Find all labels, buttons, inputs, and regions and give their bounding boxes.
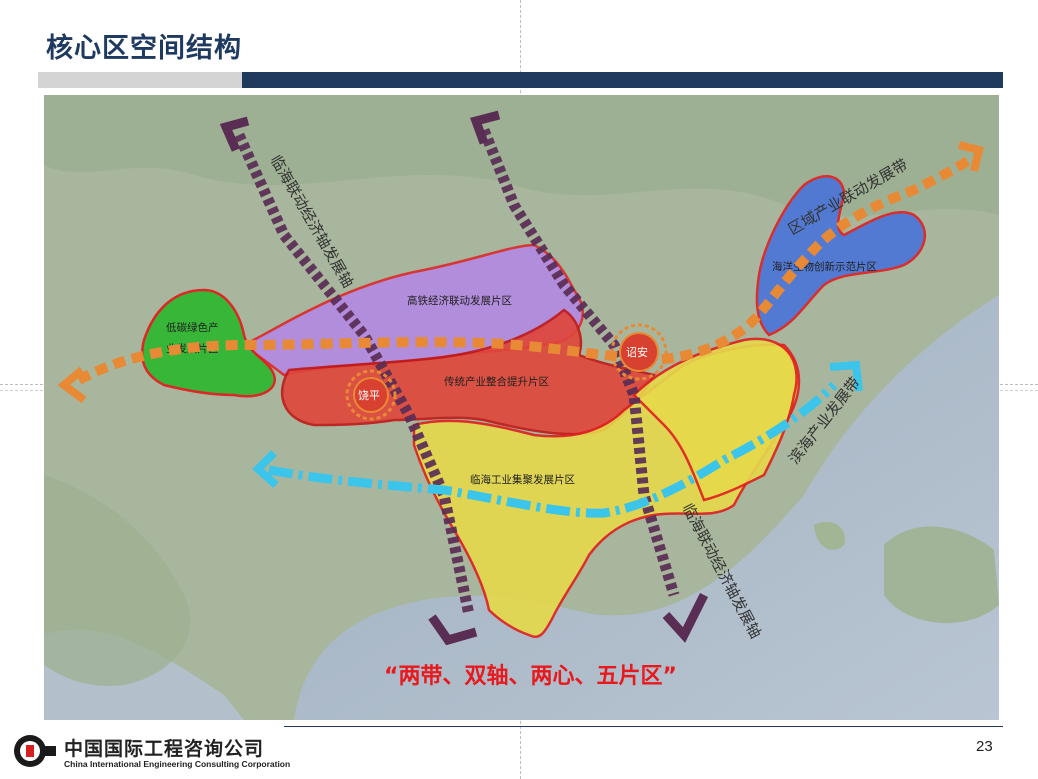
company-name-en: China International Engineering Consulti… (64, 759, 291, 769)
page-title: 核心区空间结构 (46, 33, 242, 64)
page-number: 23 (976, 738, 993, 755)
company-name-cn: 中国国际工程咨询公司 (64, 738, 265, 760)
center-zhaoan: 诏安 (610, 323, 668, 381)
company-logo (12, 731, 58, 771)
map-slogan: “两带、双轴、两心、五片区” (384, 663, 677, 689)
zone-label-traditional-industry: 传统产业整合提升片区 (444, 375, 549, 388)
title-bar-navy (242, 72, 1003, 88)
zone-label-high-speed-rail: 高铁经济联动发展片区 (407, 294, 512, 307)
footer-line (284, 726, 1003, 727)
title-bar-grey (38, 72, 242, 88)
spatial-structure-map: 高铁经济联动发展片区 传统产业整合提升片区 临海工业集聚发展片区 海洋生物创新示… (44, 95, 999, 720)
zone-label-low-carbon-1: 低碳绿色产 (166, 321, 219, 334)
center-label-raoping: 饶平 (358, 389, 380, 402)
zone-label-coastal-industry: 临海工业集聚发展片区 (470, 473, 575, 486)
center-label-zhaoan: 诏安 (626, 345, 648, 359)
